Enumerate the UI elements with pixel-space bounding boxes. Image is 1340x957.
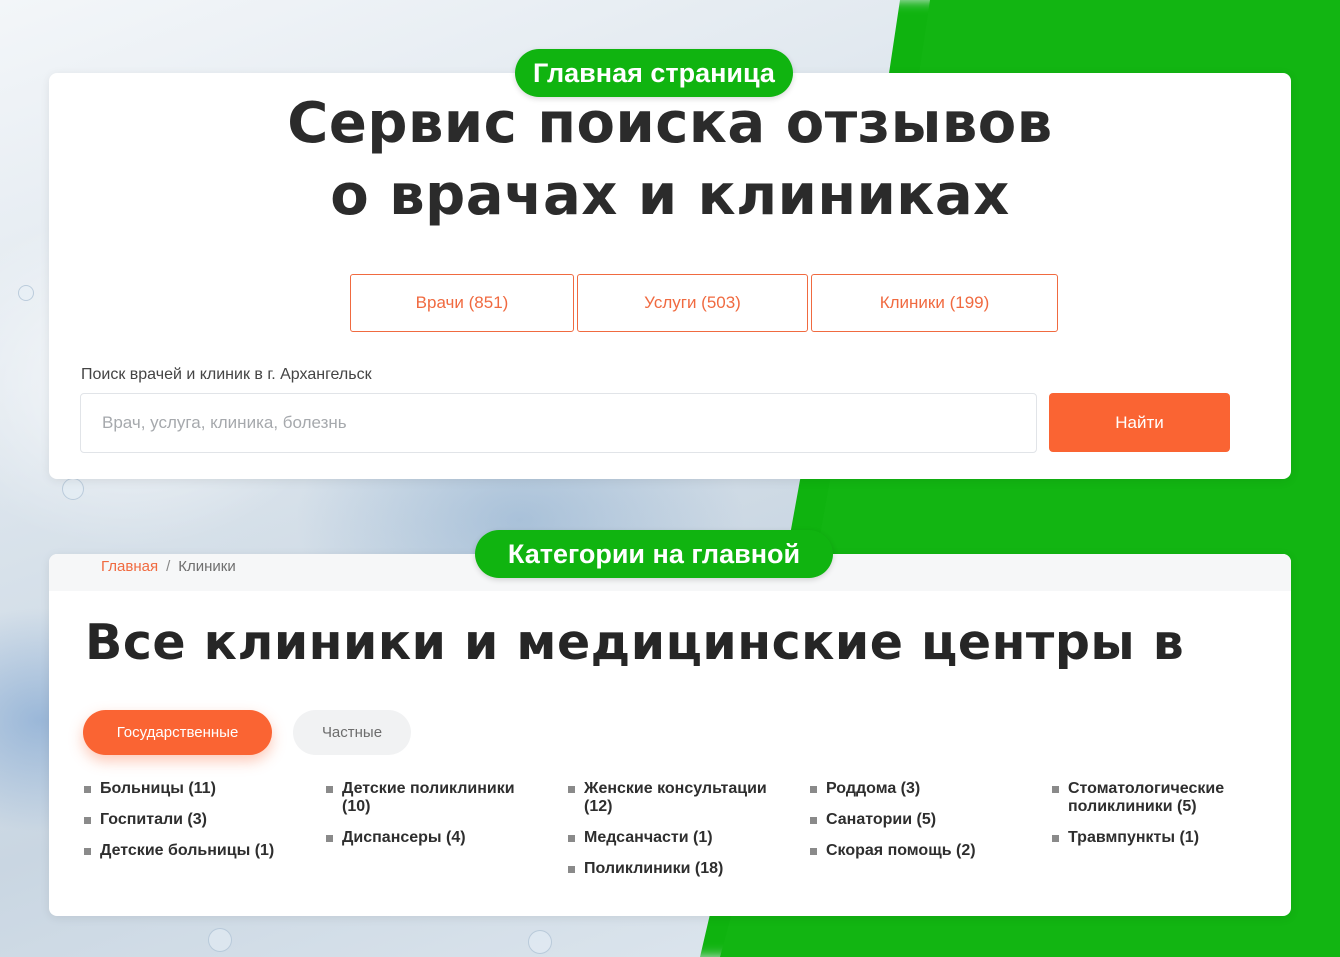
hero-title-line-2: о врачах и клиниках [330, 163, 1010, 228]
category-link[interactable]: Травмпункты (1) [1051, 829, 1271, 847]
categories-card: Главная / Клиники Все клиники и медицински… [49, 554, 1291, 916]
category-column-4: Роддома (3) Санатории (5) Скорая помощь … [809, 780, 1029, 873]
category-link[interactable]: Детские больницы (1) [83, 842, 303, 860]
breadcrumb: Главная / Клиники [101, 558, 236, 575]
category-column-1: Больницы (11) Госпитали (3) Детские боль… [83, 780, 303, 873]
hero-title: Сервис поиска отзывов о врачах и клиника… [49, 88, 1291, 232]
category-column-3: Женские консультации (12) Медсанчасти (1… [567, 780, 787, 891]
category-link[interactable]: Роддома (3) [809, 780, 1029, 798]
catalog-title: Все клиники и медицинские центры в [85, 614, 1185, 671]
category-link[interactable]: Стоматологические поликлиники (5) [1051, 780, 1271, 816]
breadcrumb-separator: / [166, 558, 171, 575]
category-link[interactable]: Скорая помощь (2) [809, 842, 1029, 860]
category-column-2: Детские поликлиники (10) Диспансеры (4) [325, 780, 545, 860]
network-node-decoration [208, 928, 232, 952]
network-node-decoration [528, 930, 552, 954]
category-link[interactable]: Госпитали (3) [83, 811, 303, 829]
category-link[interactable]: Больницы (11) [83, 780, 303, 798]
category-link[interactable]: Санатории (5) [809, 811, 1029, 829]
breadcrumb-home-link[interactable]: Главная [101, 558, 158, 575]
tab-clinics[interactable]: Клиники (199) [811, 274, 1058, 332]
tab-services[interactable]: Услуги (503) [577, 274, 808, 332]
filter-private-button[interactable]: Частные [293, 710, 411, 755]
label-categories-on-main: Категории на главной [475, 530, 833, 578]
category-link[interactable]: Медсанчасти (1) [567, 829, 787, 847]
filter-state-button[interactable]: Государственные [83, 710, 272, 755]
search-button[interactable]: Найти [1049, 393, 1230, 452]
label-main-page: Главная страница [515, 49, 793, 97]
category-column-5: Стоматологические поликлиники (5) Травмп… [1051, 780, 1271, 860]
category-link[interactable]: Женские консультации (12) [567, 780, 787, 816]
search-label: Поиск врачей и клиник в г. Архангельск [81, 366, 372, 383]
category-link[interactable]: Поликлиники (18) [567, 860, 787, 878]
search-input[interactable] [80, 393, 1037, 453]
network-node-decoration [62, 478, 84, 500]
hero-title-line-1: Сервис поиска отзывов [287, 91, 1053, 156]
breadcrumb-current: Клиники [178, 558, 236, 575]
tab-doctors[interactable]: Врачи (851) [350, 274, 574, 332]
main-page-card: Сервис поиска отзывов о врачах и клиника… [49, 73, 1291, 479]
category-link[interactable]: Диспансеры (4) [325, 829, 545, 847]
network-node-decoration [18, 285, 34, 301]
category-link[interactable]: Детские поликлиники (10) [325, 780, 545, 816]
